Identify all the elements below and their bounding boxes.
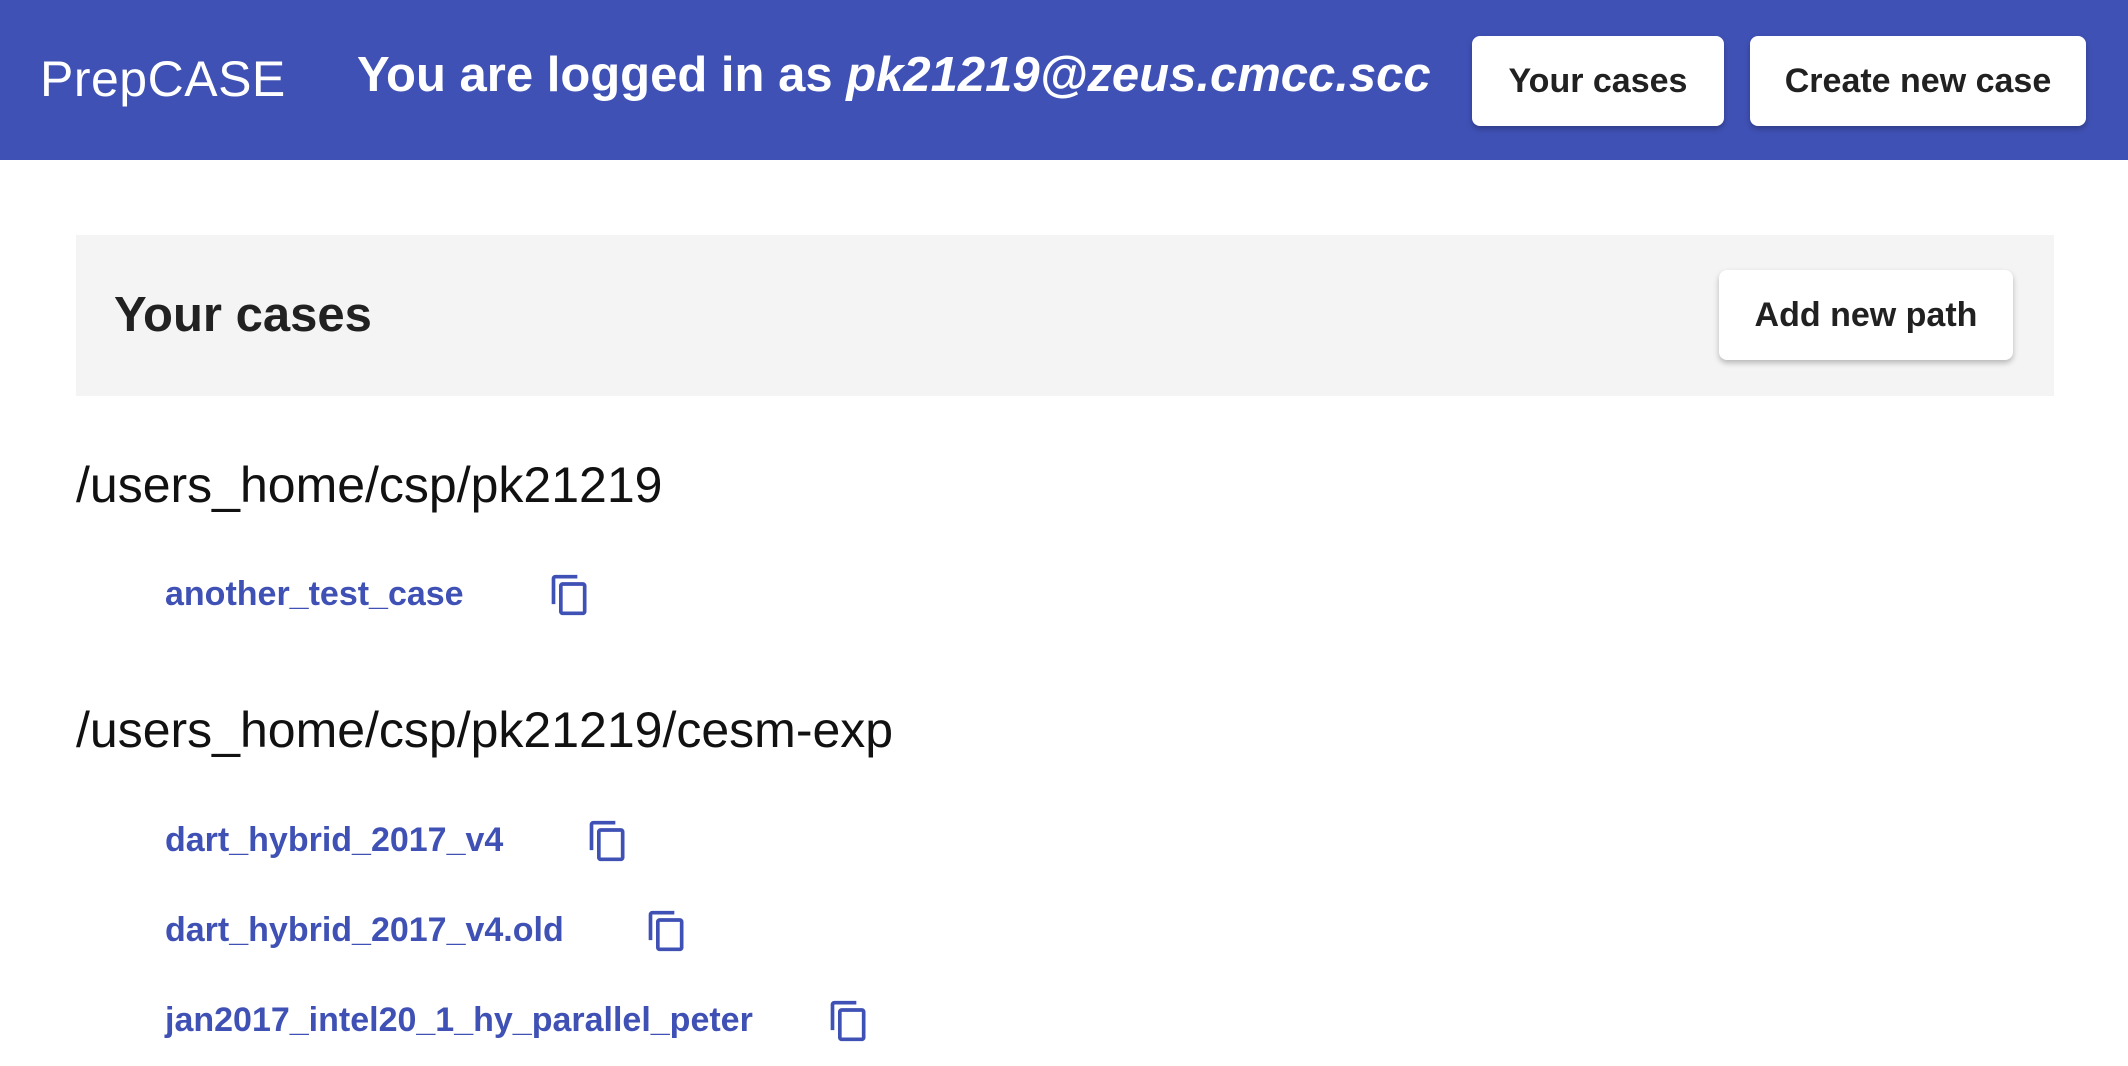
create-new-case-button[interactable]: Create new case (1750, 36, 2086, 126)
copy-icon[interactable] (827, 996, 871, 1046)
case-link[interactable]: dart_hybrid_2017_v4 (165, 818, 503, 862)
case-list-item: dart_hybrid_2017_v4 (165, 818, 503, 862)
case-list-item: jan2017_intel20_1_hy_parallel_peter (165, 998, 753, 1042)
path-title: /users_home/csp/pk21219 (76, 457, 663, 513)
case-list-item: another_test_case (165, 572, 464, 616)
page-title: Your cases (114, 288, 372, 342)
login-username: pk21219@zeus.cmcc.scc (846, 48, 1431, 102)
case-link[interactable]: jan2017_intel20_1_hy_parallel_peter (165, 998, 753, 1042)
your-cases-button[interactable]: Your cases (1472, 36, 1724, 126)
path-title: /users_home/csp/pk21219/cesm-exp (76, 702, 894, 758)
copy-icon[interactable] (586, 816, 630, 866)
copy-icon[interactable] (548, 570, 592, 620)
path-group: /users_home/csp/pk21219 (76, 455, 662, 515)
case-list-item: dart_hybrid_2017_v4.old (165, 908, 564, 952)
add-new-path-button[interactable]: Add new path (1719, 270, 2013, 360)
top-app-bar: PrepCASE You are logged in as pk21219@ze… (0, 0, 2128, 160)
copy-icon[interactable] (645, 906, 689, 956)
case-link[interactable]: dart_hybrid_2017_v4.old (165, 908, 564, 952)
path-group: /users_home/csp/pk21219/cesm-exp (76, 700, 893, 760)
login-status: You are logged in as pk21219@zeus.cmcc.s… (357, 45, 1431, 105)
cases-panel-header: Your cases Add new path (76, 235, 2054, 396)
login-prefix: You are logged in as (357, 48, 847, 102)
app-brand[interactable]: PrepCASE (40, 50, 286, 108)
case-link[interactable]: another_test_case (165, 572, 464, 616)
